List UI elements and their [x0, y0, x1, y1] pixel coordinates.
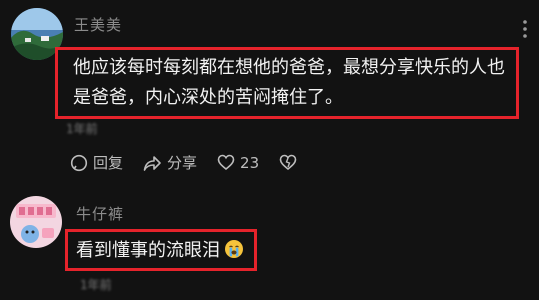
share-button[interactable]: 分享: [143, 152, 197, 173]
share-label: 分享: [167, 154, 198, 172]
reply-button[interactable]: 回复: [70, 152, 123, 173]
share-icon: [143, 155, 161, 171]
timestamp: 1年前: [80, 278, 112, 292]
comment-text-content: 看到懂事的流眼泪: [76, 240, 220, 261]
like-button[interactable]: 23: [217, 154, 259, 172]
heart-icon: [217, 154, 235, 171]
more-icon[interactable]: [523, 20, 527, 38]
timestamp: 1年前: [66, 122, 98, 136]
comment-text: 看到懂事的流眼泪: [76, 236, 244, 266]
dislike-icon: [279, 154, 297, 171]
comment-actions: 回复 分享 23: [70, 152, 322, 173]
username[interactable]: 王美美: [74, 14, 122, 35]
avatar[interactable]: [10, 196, 62, 248]
dislike-button[interactable]: [279, 154, 302, 171]
username[interactable]: 牛仔裤: [76, 203, 124, 224]
reply-label: 回复: [93, 154, 124, 172]
reply-icon: [70, 154, 88, 171]
like-count: 23: [240, 153, 260, 172]
crying-emoji: [225, 240, 243, 258]
comment-text: 他应该每时每刻都在想他的爸爸，最想分享快乐的人也是爸爸，内心深处的苦闷掩住了。: [73, 57, 505, 108]
